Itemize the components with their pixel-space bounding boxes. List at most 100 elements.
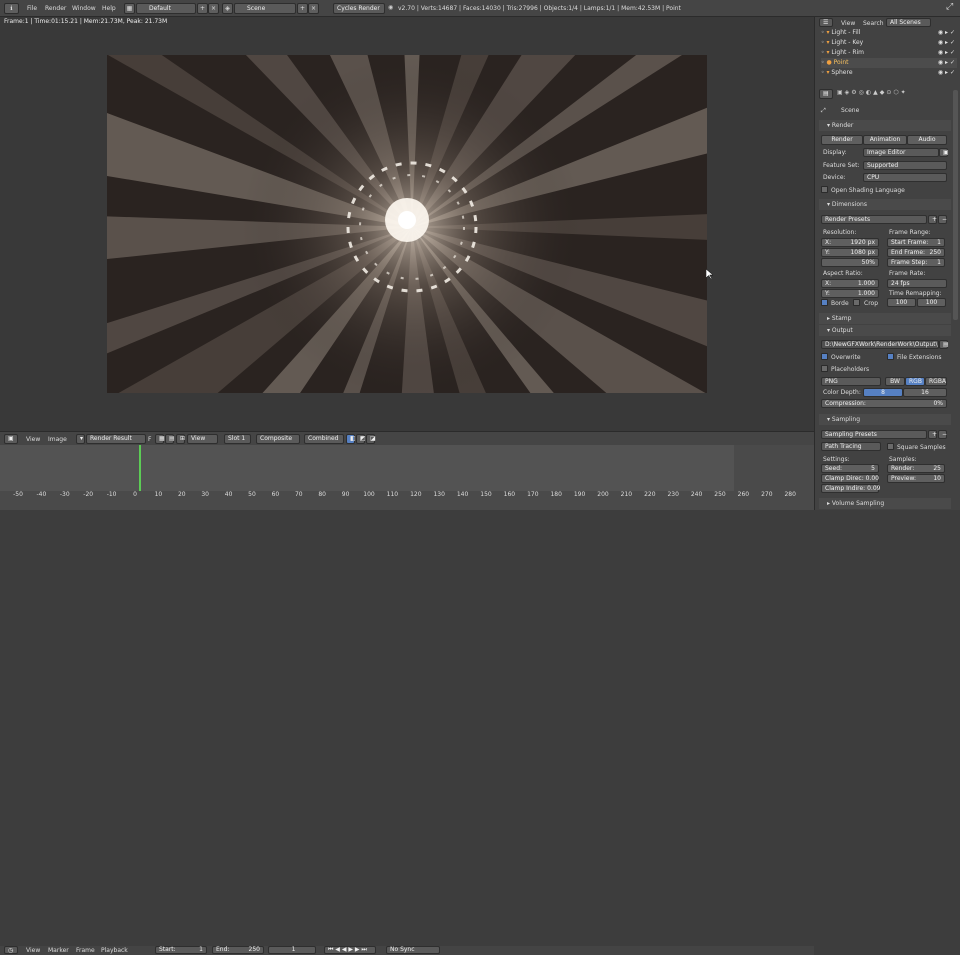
resolution-y-field[interactable]: Y: 1080 px bbox=[821, 248, 879, 257]
alpha-icon[interactable]: ◩ bbox=[356, 434, 366, 444]
display-mode-selector[interactable]: All Scenes bbox=[886, 18, 931, 27]
color-mode-rgba[interactable]: RGBA bbox=[925, 377, 947, 386]
layout-icon[interactable]: ▦ bbox=[124, 3, 135, 14]
output-path-field[interactable]: D:\NewGFXWork\RenderWork\Output\ bbox=[821, 340, 939, 349]
animation-button[interactable]: Animation bbox=[863, 135, 907, 145]
render-button[interactable]: Render bbox=[821, 135, 863, 145]
aspect-x-field[interactable]: X: 1.000 bbox=[821, 279, 879, 288]
add-layout-button[interactable]: + bbox=[197, 3, 208, 14]
timeline[interactable]: -50 -40 -30 -20 -10 0 10 20 30 40 50 60 70 80 90 100 110… bbox=[0, 445, 814, 955]
render-engine-selector[interactable]: Cycles Render bbox=[333, 3, 385, 14]
image-editor[interactable]: Frame:1 | Time:01:15.21 | Mem:21.73M, Pe… bbox=[0, 0, 832, 647]
color-depth-8[interactable]: 8 bbox=[863, 388, 903, 397]
sync-mode-selector[interactable]: No Sync bbox=[386, 946, 440, 954]
time-remap-new-field[interactable]: 100 bbox=[917, 298, 946, 307]
remove-preset-button[interactable]: − bbox=[938, 215, 947, 224]
render-samples-field[interactable]: Render: 25 bbox=[887, 464, 945, 473]
close-scene-icon[interactable]: × bbox=[308, 3, 319, 14]
view-mode-selector[interactable]: View bbox=[187, 434, 218, 444]
pass-selector[interactable]: Combined bbox=[304, 434, 344, 444]
volume-sampling-panel-header[interactable]: ▸ Volume Sampling bbox=[819, 498, 951, 509]
z-buffer-icon[interactable]: ◪ bbox=[366, 434, 376, 444]
editor-type-icon[interactable]: ☰ bbox=[819, 18, 833, 27]
menu-file[interactable]: File bbox=[27, 5, 37, 12]
outliner-row[interactable]: ◦ ▾ Light - Key ◉ ▸ ✓ bbox=[821, 38, 957, 48]
resolution-percentage[interactable]: 50% bbox=[821, 258, 879, 267]
open-image-icon[interactable]: ▤ bbox=[165, 434, 175, 444]
crop-checkbox[interactable] bbox=[853, 299, 860, 306]
fullscreen-icon[interactable]: ⤢ bbox=[946, 2, 953, 12]
editor-type-icon[interactable]: ▤ bbox=[819, 89, 833, 99]
channels-icon[interactable]: ◧ bbox=[346, 434, 356, 444]
outliner-row[interactable]: ◦ ▾ Sphere ◉ ▸ ✓ bbox=[821, 68, 957, 78]
feature-set-selector[interactable]: Supported bbox=[863, 161, 947, 170]
editor-type-icon[interactable]: ▣ bbox=[4, 434, 18, 444]
frame-step-field[interactable]: Frame Step: 1 bbox=[887, 258, 945, 267]
render-presets-selector[interactable]: Render Presets bbox=[821, 215, 927, 224]
seed-field[interactable]: Seed: 5 bbox=[821, 464, 879, 473]
outliner-menu-search[interactable]: Search bbox=[863, 20, 884, 27]
menu-window[interactable]: Window bbox=[72, 5, 96, 12]
menu-image[interactable]: Image bbox=[48, 436, 67, 443]
frame-rate-selector[interactable]: 24 fps bbox=[887, 279, 947, 288]
remove-sampling-preset-button[interactable]: − bbox=[938, 430, 947, 439]
folder-icon[interactable]: ▤ bbox=[939, 340, 949, 349]
osl-checkbox[interactable] bbox=[821, 186, 828, 193]
playback-controls[interactable]: ⏮ ◀ ◀ ▶ ▶ ⏭ bbox=[324, 946, 376, 954]
render-panel-header[interactable]: ▾ Render bbox=[819, 120, 951, 131]
path-tracing-selector[interactable]: Path Tracing bbox=[821, 442, 881, 451]
image-name-field[interactable]: Render Result bbox=[86, 434, 146, 444]
timeline-menu-view[interactable]: View bbox=[26, 947, 40, 954]
add-scene-button[interactable]: + bbox=[297, 3, 308, 14]
editor-type-icon[interactable]: ◷ bbox=[4, 946, 18, 954]
editor-type-icon[interactable]: ℹ bbox=[4, 3, 19, 14]
menu-render[interactable]: Render bbox=[45, 5, 66, 12]
overwrite-checkbox[interactable] bbox=[821, 353, 828, 360]
add-preset-button[interactable]: + bbox=[928, 215, 937, 224]
color-mode-rgb[interactable]: RGB bbox=[905, 377, 925, 386]
end-frame-field[interactable]: End Frame: 250 bbox=[887, 248, 945, 257]
color-mode-bw[interactable]: BW bbox=[885, 377, 905, 386]
preview-samples-field[interactable]: Preview: 10 bbox=[887, 474, 945, 483]
clamp-direct-field[interactable]: Clamp Direc: 0.00 bbox=[821, 474, 879, 483]
placeholders-checkbox[interactable] bbox=[821, 365, 828, 372]
close-layout-icon[interactable]: × bbox=[208, 3, 219, 14]
file-extensions-checkbox[interactable] bbox=[887, 353, 894, 360]
context-tabs-icon[interactable]: ▣◈⚙◎◐▲◆⊙⬡✦ bbox=[837, 89, 947, 99]
aspect-y-field[interactable]: Y: 1.000 bbox=[821, 289, 879, 298]
resolution-x-field[interactable]: X: 1920 px bbox=[821, 238, 879, 247]
sampling-panel-header[interactable]: ▾ Sampling bbox=[819, 414, 951, 425]
outliner-row[interactable]: ◦ ● Point ◉ ▸ ✓ bbox=[821, 58, 957, 68]
sampling-presets-selector[interactable]: Sampling Presets bbox=[821, 430, 927, 439]
add-sampling-preset-button[interactable]: + bbox=[928, 430, 937, 439]
image-browse-icon[interactable]: ▾ bbox=[76, 434, 85, 444]
pin-icon[interactable]: ⊞ bbox=[176, 434, 185, 444]
new-image-icon[interactable]: ▦ bbox=[155, 434, 165, 444]
slot-selector[interactable]: Slot 1 bbox=[224, 434, 251, 444]
stamp-panel-header[interactable]: ▸ Stamp bbox=[819, 313, 951, 324]
border-checkbox[interactable] bbox=[821, 299, 828, 306]
outliner-row[interactable]: ◦ ▾ Light - Fill ◉ ▸ ✓ bbox=[821, 28, 957, 38]
square-samples-checkbox[interactable] bbox=[887, 443, 894, 450]
compression-field[interactable]: Compression: 0% bbox=[821, 399, 947, 408]
menu-view[interactable]: View bbox=[26, 436, 40, 443]
device-selector[interactable]: CPU bbox=[863, 173, 947, 182]
start-frame-field[interactable]: Start: 1 bbox=[155, 946, 207, 954]
layer-selector[interactable]: Composite bbox=[256, 434, 300, 444]
scene-selector[interactable]: Scene bbox=[234, 3, 296, 14]
fake-user-toggle[interactable]: F bbox=[148, 436, 151, 443]
audio-button[interactable]: Audio bbox=[907, 135, 947, 145]
display-selector[interactable]: Image Editor bbox=[863, 148, 939, 157]
dimensions-panel-header[interactable]: ▾ Dimensions bbox=[819, 199, 951, 210]
layout-selector[interactable]: Default bbox=[136, 3, 196, 14]
timeline-menu-marker[interactable]: Marker bbox=[48, 947, 69, 954]
color-depth-16[interactable]: 16 bbox=[903, 388, 947, 397]
start-frame-field[interactable]: Start Frame: 1 bbox=[887, 238, 945, 247]
timeline-menu-frame[interactable]: Frame bbox=[76, 947, 95, 954]
output-panel-header[interactable]: ▾ Output bbox=[819, 325, 951, 336]
menu-help[interactable]: Help bbox=[102, 5, 116, 12]
outliner-row[interactable]: ◦ ▾ Light - Rim ◉ ▸ ✓ bbox=[821, 48, 957, 58]
properties-scrollbar[interactable] bbox=[953, 90, 958, 320]
scene-icon[interactable]: ◈ bbox=[222, 3, 233, 14]
clamp-indirect-field[interactable]: Clamp Indire: 0.09 bbox=[821, 484, 880, 493]
